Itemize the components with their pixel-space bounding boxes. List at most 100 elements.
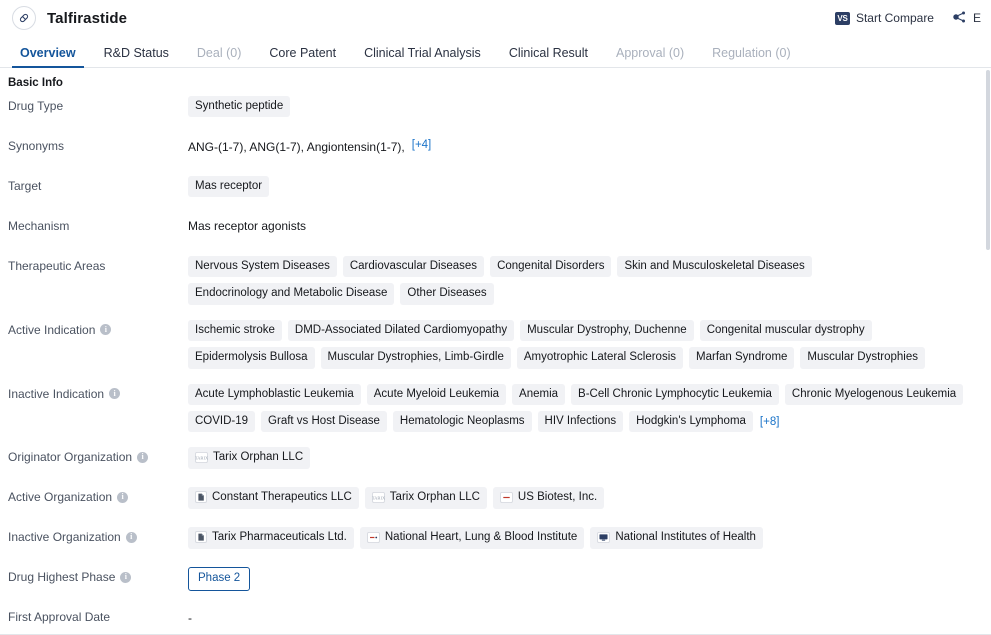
field-label: Drug Type [8, 99, 64, 113]
tab-clinical-trial-analysis[interactable]: Clinical Trial Analysis [350, 46, 495, 68]
tag-item[interactable]: COVID-19 [188, 410, 256, 433]
tab-regulation[interactable]: Regulation (0) [698, 46, 805, 68]
tag-item[interactable]: Muscular Dystrophies, Limb-Girdle [320, 347, 511, 369]
organization-tag[interactable]: TARIX Tarix Orphan LLC [188, 447, 311, 469]
export-button[interactable]: E [952, 10, 981, 27]
capsule-icon [12, 6, 36, 30]
organization-name: Tarix Orphan LLC [389, 491, 480, 504]
organization-tag[interactable]: US Biotest, Inc. [492, 487, 605, 509]
tag-item[interactable]: Nervous System Diseases [188, 256, 337, 278]
start-compare-button[interactable]: VS Start Compare [834, 11, 934, 25]
tab-approval[interactable]: Approval (0) [602, 46, 698, 68]
field-label: Originator Organization i [8, 446, 188, 464]
tag-item[interactable]: HIV Infections [537, 410, 624, 433]
info-icon[interactable]: i [100, 324, 112, 336]
field-value: Mas receptor [188, 175, 991, 198]
tag-item[interactable]: Hematologic Neoplasms [392, 410, 532, 433]
company-logo-icon: TARIX [372, 491, 385, 503]
tab-overview[interactable]: Overview [6, 46, 90, 68]
document-logo-icon [195, 491, 207, 504]
tag-item[interactable]: B-Cell Chronic Lymphocytic Leukemia [571, 383, 779, 405]
field-value: - [188, 606, 991, 625]
tag-item[interactable]: Marfan Syndrome [689, 347, 795, 369]
field-therapeutic-areas: Therapeutic Areas Nervous System Disease… [0, 255, 991, 305]
phase-badge[interactable]: Phase 2 [188, 567, 251, 591]
tab-core-patent[interactable]: Core Patent [255, 46, 350, 68]
red-dash-logo-icon [500, 491, 513, 503]
company-logo-icon: TARIX [195, 451, 208, 463]
field-originator-organization: Originator Organization i TARIX Tarix Or… [0, 446, 991, 472]
tag-item[interactable]: Ischemic stroke [188, 319, 282, 342]
organization-tag[interactable]: National Institutes of Health [590, 527, 763, 549]
tag-item[interactable]: Congenital Disorders [490, 256, 612, 278]
field-value: Mas receptor agonists [188, 219, 307, 233]
tag-item[interactable]: Synthetic peptide [188, 96, 291, 118]
tag-item[interactable]: Acute Lymphoblastic Leukemia [188, 383, 361, 405]
network-share-icon [952, 10, 967, 27]
tab-clinical-result[interactable]: Clinical Result [495, 46, 602, 68]
tag-item[interactable]: Graft vs Host Disease [261, 410, 387, 433]
field-label: Inactive Indication i [8, 383, 188, 401]
start-compare-label: Start Compare [855, 11, 934, 25]
field-value: Acute Lymphoblastic Leukemia Acute Myelo… [188, 383, 991, 433]
tag-item[interactable]: Anemia [512, 383, 566, 405]
organization-name: Tarix Orphan LLC [213, 451, 304, 464]
organization-name: Tarix Pharmaceuticals Ltd. [212, 531, 347, 544]
tag-item[interactable]: Epidermolysis Bullosa [188, 347, 315, 369]
field-value: TARIX Tarix Orphan LLC [188, 446, 991, 469]
field-value: Ischemic stroke DMD-Associated Dilated C… [188, 319, 991, 369]
info-icon[interactable]: i [109, 388, 121, 400]
field-value: Constant Therapeutics LLC TARIX Tarix Or… [188, 486, 991, 509]
field-active-indication: Active Indication i Ischemic stroke DMD-… [0, 319, 991, 369]
tag-item[interactable]: Cardiovascular Diseases [342, 256, 485, 278]
tag-item[interactable]: Amyotrophic Lateral Sclerosis [516, 347, 684, 369]
tag-item[interactable]: Other Diseases [400, 283, 494, 305]
organization-tag[interactable]: National Heart, Lung & Blood Institute [359, 527, 585, 549]
field-label: Target [8, 179, 42, 193]
svg-text:TARIX: TARIX [372, 495, 385, 500]
overview-panel: Basic Info Drug Type Synthetic peptide S… [0, 68, 991, 632]
info-icon[interactable]: i [117, 491, 129, 503]
organization-tag[interactable]: Tarix Pharmaceuticals Ltd. [188, 527, 354, 549]
field-value: Nervous System Diseases Cardiovascular D… [188, 255, 991, 305]
field-drug-highest-phase: Drug Highest Phase i Phase 2 [0, 566, 991, 592]
tag-item[interactable]: Muscular Dystrophies [800, 347, 925, 369]
tag-item[interactable]: DMD-Associated Dilated Cardiomyopathy [287, 319, 515, 342]
synonyms-text: ANG-(1-7), ANG(1-7), Angiontensin(1-7), [188, 140, 405, 154]
field-first-approval-date: First Approval Date - [0, 606, 991, 632]
page-header: Talfirastide VS Start Compare E [0, 0, 991, 36]
organization-name: Constant Therapeutics LLC [212, 491, 352, 504]
tag-item[interactable]: Chronic Myelogenous Leukemia [784, 383, 964, 405]
tag-item[interactable]: Muscular Dystrophy, Duchenne [520, 319, 694, 342]
synonyms-more-link[interactable]: [+4] [411, 139, 433, 151]
scrollbar-thumb[interactable] [986, 70, 990, 250]
organization-tag[interactable]: Constant Therapeutics LLC [188, 487, 359, 509]
inactive-indication-more-link[interactable]: [+8] [759, 416, 781, 428]
info-icon[interactable]: i [120, 571, 132, 583]
tag-item[interactable]: Skin and Musculoskeletal Diseases [617, 256, 812, 278]
organization-name: National Heart, Lung & Blood Institute [384, 531, 578, 544]
tag-item[interactable]: Endocrinology and Metabolic Disease [188, 283, 395, 305]
header-actions: VS Start Compare E [834, 10, 981, 27]
organization-tag[interactable]: TARIX Tarix Orphan LLC [364, 487, 487, 509]
field-value: Tarix Pharmaceuticals Ltd. National Hear… [188, 526, 991, 549]
info-icon[interactable]: i [137, 451, 149, 463]
monitor-logo-icon [597, 531, 611, 543]
tab-rd-status[interactable]: R&D Status [90, 46, 183, 68]
field-value: ANG-(1-7), ANG(1-7), Angiontensin(1-7), … [188, 135, 991, 154]
page-scrollbar[interactable] [986, 0, 991, 635]
field-label: Inactive Organization i [8, 526, 188, 544]
info-icon[interactable]: i [125, 531, 137, 543]
field-inactive-indication: Inactive Indication i Acute Lymphoblasti… [0, 383, 991, 433]
tag-item[interactable]: Congenital muscular dystrophy [699, 319, 872, 342]
svg-text:TARIX: TARIX [195, 455, 208, 460]
field-inactive-organization: Inactive Organization i Tarix Pharmaceut… [0, 526, 991, 552]
tag-item[interactable]: Mas receptor [188, 176, 270, 198]
tag-item[interactable]: Hodgkin's Lymphoma [629, 410, 753, 433]
page-title: Talfirastide [47, 9, 128, 27]
tab-deal[interactable]: Deal (0) [183, 46, 255, 68]
field-value: Synthetic peptide [188, 95, 991, 118]
field-label: Active Organization i [8, 486, 188, 504]
tag-item[interactable]: Acute Myeloid Leukemia [366, 383, 507, 405]
field-label: Therapeutic Areas [8, 259, 106, 273]
